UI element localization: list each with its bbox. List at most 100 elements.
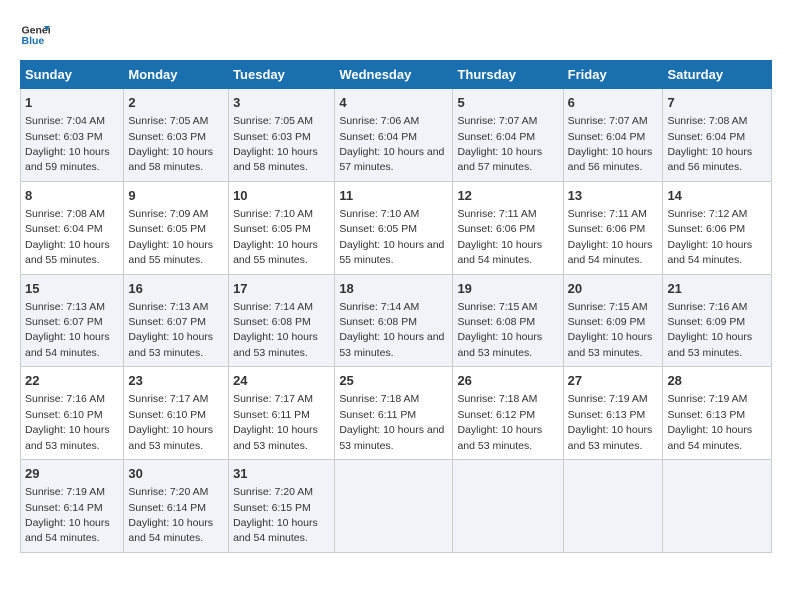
cell-info: Sunrise: 7:17 AMSunset: 6:11 PMDaylight:… — [233, 393, 318, 451]
day-number: 14 — [667, 187, 767, 205]
calendar-cell: 8 Sunrise: 7:08 AMSunset: 6:04 PMDaylight… — [21, 181, 124, 274]
cell-info: Sunrise: 7:07 AMSunset: 6:04 PMDaylight:… — [457, 115, 542, 173]
calendar-cell — [335, 460, 453, 553]
day-number: 9 — [128, 187, 224, 205]
calendar-cell: 6 Sunrise: 7:07 AMSunset: 6:04 PMDaylight… — [563, 89, 663, 182]
day-number: 29 — [25, 465, 119, 483]
header-tuesday: Tuesday — [229, 61, 335, 89]
cell-info: Sunrise: 7:07 AMSunset: 6:04 PMDaylight:… — [568, 115, 653, 173]
calendar-cell: 17Sunrise: 7:14 AMSunset: 6:08 PMDayligh… — [229, 274, 335, 367]
cell-info: Sunrise: 7:04 AMSunset: 6:03 PMDaylight:… — [25, 115, 110, 173]
calendar-header-row: SundayMondayTuesdayWednesdayThursdayFrid… — [21, 61, 772, 89]
day-number: 18 — [339, 280, 448, 298]
cell-info: Sunrise: 7:16 AMSunset: 6:09 PMDaylight:… — [667, 301, 752, 359]
calendar-cell: 12 Sunrise: 7:11 AMSunset: 6:06 PMDayligh… — [453, 181, 563, 274]
cell-info: Sunrise: 7:08 AMSunset: 6:04 PMDaylight:… — [667, 115, 752, 173]
cell-info: Sunrise: 7:13 AMSunset: 6:07 PMDaylight:… — [128, 301, 213, 359]
day-number: 19 — [457, 280, 558, 298]
cell-info: Sunrise: 7:10 AMSunset: 6:05 PMDaylight:… — [339, 208, 444, 266]
cell-info: Sunrise: 7:08 AMSunset: 6:04 PMDaylight:… — [25, 208, 110, 266]
day-number: 1 — [25, 94, 119, 112]
day-number: 10 — [233, 187, 330, 205]
day-number: 27 — [568, 372, 659, 390]
calendar-cell: 27 Sunrise: 7:19 AMSunset: 6:13 PMDayligh… — [563, 367, 663, 460]
day-number: 11 — [339, 187, 448, 205]
calendar-cell: 16Sunrise: 7:13 AMSunset: 6:07 PMDayligh… — [124, 274, 229, 367]
cell-info: Sunrise: 7:20 AMSunset: 6:14 PMDaylight:… — [128, 486, 213, 544]
calendar-cell: 4 Sunrise: 7:06 AMSunset: 6:04 PMDaylight… — [335, 89, 453, 182]
cell-info: Sunrise: 7:18 AMSunset: 6:11 PMDaylight:… — [339, 393, 444, 451]
cell-info: Sunrise: 7:11 AMSunset: 6:06 PMDaylight:… — [457, 208, 542, 266]
cell-info: Sunrise: 7:15 AMSunset: 6:09 PMDaylight:… — [568, 301, 653, 359]
calendar-cell: 19 Sunrise: 7:15 AMSunset: 6:08 PMDayligh… — [453, 274, 563, 367]
header-sunday: Sunday — [21, 61, 124, 89]
cell-info: Sunrise: 7:11 AMSunset: 6:06 PMDaylight:… — [568, 208, 653, 266]
day-number: 21 — [667, 280, 767, 298]
day-number: 4 — [339, 94, 448, 112]
calendar-week-row: 15 Sunrise: 7:13 AMSunset: 6:07 PMDayligh… — [21, 274, 772, 367]
calendar-cell: 9Sunrise: 7:09 AMSunset: 6:05 PMDaylight… — [124, 181, 229, 274]
calendar-cell: 29 Sunrise: 7:19 AMSunset: 6:14 PMDayligh… — [21, 460, 124, 553]
day-number: 5 — [457, 94, 558, 112]
day-number: 26 — [457, 372, 558, 390]
cell-info: Sunrise: 7:10 AMSunset: 6:05 PMDaylight:… — [233, 208, 318, 266]
calendar-cell: 22 Sunrise: 7:16 AMSunset: 6:10 PMDayligh… — [21, 367, 124, 460]
calendar-cell: 13 Sunrise: 7:11 AMSunset: 6:06 PMDayligh… — [563, 181, 663, 274]
header-saturday: Saturday — [663, 61, 772, 89]
day-number: 23 — [128, 372, 224, 390]
calendar-cell: 14 Sunrise: 7:12 AMSunset: 6:06 PMDayligh… — [663, 181, 772, 274]
header-monday: Monday — [124, 61, 229, 89]
cell-info: Sunrise: 7:16 AMSunset: 6:10 PMDaylight:… — [25, 393, 110, 451]
calendar-cell: 26 Sunrise: 7:18 AMSunset: 6:12 PMDayligh… — [453, 367, 563, 460]
cell-info: Sunrise: 7:14 AMSunset: 6:08 PMDaylight:… — [339, 301, 444, 359]
day-number: 31 — [233, 465, 330, 483]
calendar-week-row: 29 Sunrise: 7:19 AMSunset: 6:14 PMDayligh… — [21, 460, 772, 553]
calendar-cell: 7Sunrise: 7:08 AMSunset: 6:04 PMDaylight… — [663, 89, 772, 182]
svg-text:Blue: Blue — [22, 35, 45, 47]
day-number: 12 — [457, 187, 558, 205]
day-number: 30 — [128, 465, 224, 483]
cell-info: Sunrise: 7:17 AMSunset: 6:10 PMDaylight:… — [128, 393, 213, 451]
cell-info: Sunrise: 7:20 AMSunset: 6:15 PMDaylight:… — [233, 486, 318, 544]
cell-info: Sunrise: 7:12 AMSunset: 6:06 PMDaylight:… — [667, 208, 752, 266]
calendar-cell — [453, 460, 563, 553]
day-number: 25 — [339, 372, 448, 390]
logo: General Blue — [20, 20, 50, 50]
day-number: 8 — [25, 187, 119, 205]
cell-info: Sunrise: 7:18 AMSunset: 6:12 PMDaylight:… — [457, 393, 542, 451]
calendar-cell: 1 Sunrise: 7:04 AMSunset: 6:03 PMDaylight… — [21, 89, 124, 182]
day-number: 15 — [25, 280, 119, 298]
calendar-week-row: 8 Sunrise: 7:08 AMSunset: 6:04 PMDaylight… — [21, 181, 772, 274]
calendar-cell: 10 Sunrise: 7:10 AMSunset: 6:05 PMDayligh… — [229, 181, 335, 274]
cell-info: Sunrise: 7:19 AMSunset: 6:14 PMDaylight:… — [25, 486, 110, 544]
calendar-cell: 20 Sunrise: 7:15 AMSunset: 6:09 PMDayligh… — [563, 274, 663, 367]
cell-info: Sunrise: 7:06 AMSunset: 6:04 PMDaylight:… — [339, 115, 444, 173]
calendar-cell: 5 Sunrise: 7:07 AMSunset: 6:04 PMDaylight… — [453, 89, 563, 182]
cell-info: Sunrise: 7:19 AMSunset: 6:13 PMDaylight:… — [568, 393, 653, 451]
calendar-cell: 30 Sunrise: 7:20 AMSunset: 6:14 PMDayligh… — [124, 460, 229, 553]
cell-info: Sunrise: 7:15 AMSunset: 6:08 PMDaylight:… — [457, 301, 542, 359]
day-number: 20 — [568, 280, 659, 298]
day-number: 2 — [128, 94, 224, 112]
day-number: 13 — [568, 187, 659, 205]
day-number: 6 — [568, 94, 659, 112]
header-thursday: Thursday — [453, 61, 563, 89]
calendar-table: SundayMondayTuesdayWednesdayThursdayFrid… — [20, 60, 772, 553]
calendar-cell: 11 Sunrise: 7:10 AMSunset: 6:05 PMDayligh… — [335, 181, 453, 274]
cell-info: Sunrise: 7:05 AMSunset: 6:03 PMDaylight:… — [128, 115, 213, 173]
calendar-cell: 3 Sunrise: 7:05 AMSunset: 6:03 PMDaylight… — [229, 89, 335, 182]
day-number: 24 — [233, 372, 330, 390]
calendar-cell: 25 Sunrise: 7:18 AMSunset: 6:11 PMDayligh… — [335, 367, 453, 460]
calendar-cell: 2 Sunrise: 7:05 AMSunset: 6:03 PMDaylight… — [124, 89, 229, 182]
day-number: 3 — [233, 94, 330, 112]
header-friday: Friday — [563, 61, 663, 89]
day-number: 28 — [667, 372, 767, 390]
calendar-cell: 28 Sunrise: 7:19 AMSunset: 6:13 PMDayligh… — [663, 367, 772, 460]
cell-info: Sunrise: 7:14 AMSunset: 6:08 PMDaylight:… — [233, 301, 318, 359]
calendar-week-row: 22 Sunrise: 7:16 AMSunset: 6:10 PMDayligh… — [21, 367, 772, 460]
calendar-cell: 15Sunrise: 7:13 AMSunset: 6:07 PMDayligh… — [21, 274, 124, 367]
cell-info: Sunrise: 7:05 AMSunset: 6:03 PMDaylight:… — [233, 115, 318, 173]
calendar-cell: 24 Sunrise: 7:17 AMSunset: 6:11 PMDayligh… — [229, 367, 335, 460]
cell-info: Sunrise: 7:19 AMSunset: 6:13 PMDaylight:… — [667, 393, 752, 451]
day-number: 22 — [25, 372, 119, 390]
